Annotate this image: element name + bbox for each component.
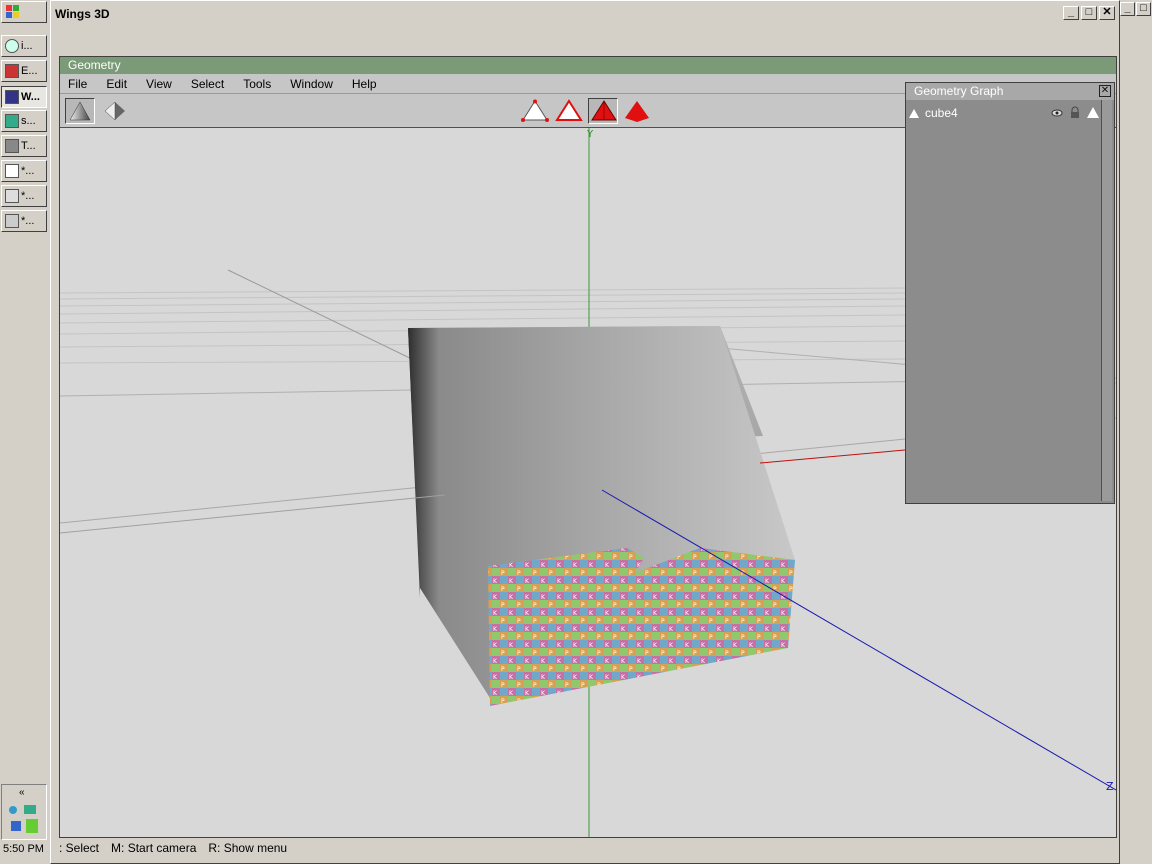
menu-select[interactable]: Select (183, 77, 224, 91)
taskbar-item-label: i... (21, 40, 33, 52)
flat-shade-icon (104, 101, 125, 121)
system-tray: « (1, 784, 47, 840)
taskbar-item[interactable]: *... (1, 210, 47, 232)
background-window-controls: _ □ (1120, 2, 1151, 16)
document-icon (5, 214, 19, 228)
taskbar-item-label: E... (21, 65, 38, 77)
maximize-button[interactable]: □ (1081, 6, 1097, 20)
taskbar-item-wings[interactable]: W... (1, 86, 47, 108)
z-axis-label: Z (1106, 780, 1114, 793)
windows-logo-icon (6, 5, 20, 19)
window-title: Wings 3D (55, 7, 110, 21)
grid-axis-line (60, 494, 446, 534)
taskbar-item-label: *... (21, 165, 35, 177)
app-icon (5, 64, 19, 78)
vertex-mode-icon (521, 99, 549, 122)
menu-view[interactable]: View (138, 77, 172, 91)
edge-mode-icon (555, 99, 583, 121)
lock-icon[interactable] (1069, 106, 1081, 119)
smooth-shading-button[interactable] (65, 98, 95, 124)
taskbar-item-label: s... (21, 115, 36, 127)
clock[interactable]: 5:50 PM (3, 843, 44, 855)
smooth-shade-icon (69, 101, 91, 121)
taskbar-item-label: T... (21, 140, 36, 152)
status-select-hint: : Select (59, 841, 100, 855)
vertex-select-button[interactable] (520, 98, 550, 124)
title-bar: Wings 3D _ □ ✕ (53, 4, 1119, 24)
taskbar-item-label: *... (21, 215, 35, 227)
menu-edit[interactable]: Edit (98, 77, 127, 91)
geometry-graph-title[interactable]: Geometry Graph (906, 83, 1114, 100)
edge-select-button[interactable] (554, 98, 584, 124)
face-select-button[interactable] (588, 98, 618, 124)
x-axis-line (759, 449, 906, 464)
geometry-title[interactable]: Geometry (60, 57, 1116, 74)
taskbar-item[interactable]: s... (1, 110, 47, 132)
body-mode-icon (625, 101, 649, 122)
document-icon (5, 189, 19, 203)
close-icon[interactable]: ✕ (1099, 85, 1111, 97)
tray-expand-arrow[interactable]: « (19, 787, 25, 798)
status-bar: : Select M: Start camera R: Show menu (59, 839, 1117, 857)
object-mesh-icon (909, 108, 919, 118)
face-mode-icon (591, 100, 617, 121)
object-name: cube4 (925, 106, 958, 120)
taskbar-item[interactable]: T... (1, 135, 47, 157)
minimize-button[interactable]: _ (1120, 2, 1135, 16)
flat-shading-button[interactable] (100, 98, 130, 124)
taskbar-item-label: *... (21, 190, 35, 202)
wireframe-toggle-icon[interactable] (1087, 107, 1099, 118)
close-button[interactable]: ✕ (1099, 6, 1115, 20)
menu-file[interactable]: File (60, 77, 87, 91)
start-button[interactable] (1, 1, 47, 23)
maximize-button[interactable]: □ (1136, 2, 1151, 16)
minimize-button[interactable]: _ (1063, 6, 1079, 20)
graph-object-row[interactable]: cube4 (909, 105, 1099, 121)
graph-scrollbar[interactable] (1101, 100, 1112, 501)
taskbar: i... E... W... s... T... *... *... *... … (0, 0, 51, 864)
tool-icon (5, 139, 19, 153)
taskbar-item[interactable]: *... (1, 160, 47, 182)
image-icon (5, 114, 19, 128)
status-menu-hint: R: Show menu (208, 841, 288, 855)
taskbar-item[interactable]: E... (1, 60, 47, 82)
geometry-graph-panel: Geometry Graph ✕ cube4 (905, 82, 1115, 504)
cd-icon (5, 39, 19, 53)
menu-window[interactable]: Window (282, 77, 333, 91)
menu-help[interactable]: Help (344, 77, 377, 91)
taskbar-item[interactable]: i... (1, 35, 47, 57)
menu-tools[interactable]: Tools (235, 77, 271, 91)
eye-icon[interactable] (1051, 107, 1063, 119)
taskbar-item-label: W... (21, 91, 40, 103)
status-camera-hint: M: Start camera (111, 841, 197, 855)
wings-icon (5, 90, 19, 104)
tray-icons[interactable] (6, 801, 44, 837)
document-icon (5, 164, 19, 178)
body-select-button[interactable] (622, 98, 652, 124)
y-axis-label: Y (586, 129, 594, 140)
grid-axis-line (227, 269, 421, 364)
taskbar-item[interactable]: *... (1, 185, 47, 207)
